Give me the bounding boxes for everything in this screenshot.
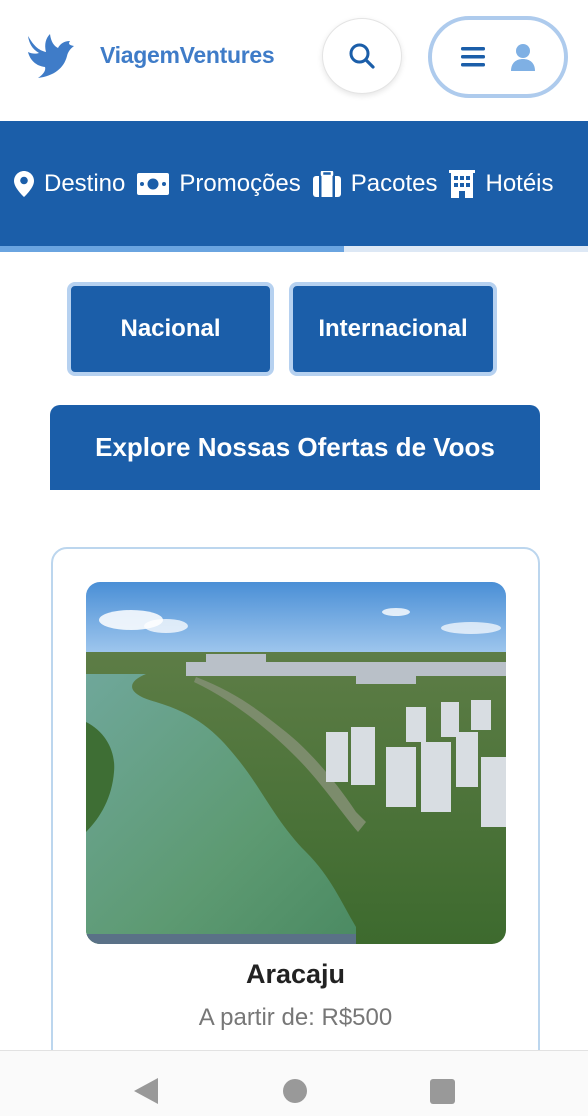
home-icon[interactable] <box>283 1079 307 1103</box>
nav-item-pacotes[interactable]: Pacotes <box>312 169 438 198</box>
system-navigation-bar <box>0 1050 588 1116</box>
explore-flights-button[interactable]: Explore Nossas Ofertas de Voos <box>50 405 540 490</box>
map-marker-icon <box>14 170 34 197</box>
search-button[interactable] <box>322 18 402 94</box>
tab-nacional[interactable]: Nacional <box>67 282 274 376</box>
search-icon <box>349 43 375 69</box>
nav-item-label: Hotéis <box>485 169 554 197</box>
hotel-icon <box>449 169 476 198</box>
destination-photo[interactable] <box>86 582 506 944</box>
nav-item-promocoes[interactable]: Promoções <box>137 169 301 198</box>
nav-item-destino[interactable]: Destino <box>14 170 125 198</box>
back-icon[interactable] <box>134 1078 158 1104</box>
nav-item-hoteis[interactable]: Hotéis <box>449 169 554 198</box>
nav-item-label: Pacotes <box>350 169 438 197</box>
tab-internacional[interactable]: Internacional <box>289 282 497 376</box>
nav-item-label: Promoções <box>179 169 301 197</box>
category-nav[interactable]: Destino Promoções Pacotes Hotéis <box>0 121 588 246</box>
recent-apps-icon[interactable] <box>430 1079 455 1104</box>
money-bill-icon <box>137 172 170 195</box>
destination-price: A partir de: R$500 <box>198 1004 393 1031</box>
user-icon <box>511 44 535 71</box>
suitcase-icon <box>312 170 341 197</box>
menu-user-button[interactable] <box>428 16 568 98</box>
destination-city: Aracaju <box>245 959 346 989</box>
hamburger-icon <box>461 47 485 67</box>
bird-icon[interactable] <box>24 30 76 80</box>
nav-item-label: Destino <box>44 169 126 197</box>
app-header: ViagemVentures <box>0 0 588 120</box>
brand-name[interactable]: ViagemVentures <box>100 42 275 69</box>
destination-card[interactable]: Aracaju A partir de: R$500 <box>51 547 540 1067</box>
nav-scroll-indicator[interactable] <box>0 246 344 252</box>
